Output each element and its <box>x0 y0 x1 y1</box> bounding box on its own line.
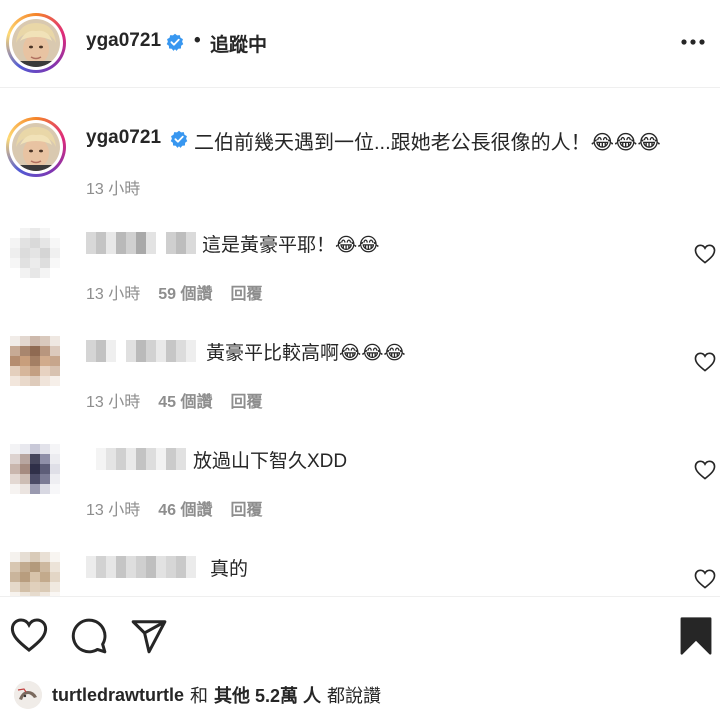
verified-badge-icon <box>166 33 184 51</box>
comment-avatar[interactable] <box>10 444 60 494</box>
likes-suffix: 都說讚 <box>327 686 382 706</box>
comment-text: 真的 <box>210 559 249 580</box>
following-button[interactable]: 追蹤中 <box>210 30 267 57</box>
comment-likes[interactable]: 59 個讚 <box>158 280 212 304</box>
comment-likes[interactable]: 46 個讚 <box>158 496 212 520</box>
likes-others[interactable]: 其他 5.2萬 人 <box>214 682 321 708</box>
likes-and: 和 <box>190 686 209 706</box>
comment-username-blurred[interactable] <box>86 340 196 362</box>
avatar-photo <box>12 123 60 171</box>
header-separator: • <box>194 30 201 51</box>
comment-icon[interactable] <box>70 617 108 655</box>
reply-button[interactable]: 回覆 <box>231 388 263 412</box>
heart-icon[interactable] <box>10 617 48 653</box>
comment-heart-icon[interactable] <box>694 352 716 372</box>
share-icon[interactable] <box>130 617 168 655</box>
comment-text: 黃豪平比較高啊😂😂😂 <box>206 343 406 364</box>
caption-username[interactable]: yga0721 <box>86 127 161 149</box>
comment-meta: 13 小時 45 個讚 回覆 <box>86 388 263 412</box>
caption-avatar[interactable] <box>6 117 66 177</box>
comment-heart-icon[interactable] <box>694 244 716 264</box>
comment-meta: 13 小時 59 個讚 回覆 <box>86 280 263 304</box>
comment-timestamp[interactable]: 13 小時 <box>86 280 140 304</box>
post-action-bar: turtledrawturtle 和 其他 5.2萬 人 都說讚 <box>0 596 720 723</box>
header-username[interactable]: yga0721 <box>86 30 161 52</box>
reply-button[interactable]: 回覆 <box>231 280 263 304</box>
comment-username-blurred[interactable] <box>86 556 206 578</box>
comment-avatar[interactable] <box>10 336 60 386</box>
likes-summary: turtledrawturtle 和 其他 5.2萬 人 都說讚 <box>14 681 381 709</box>
comment-username-blurred[interactable] <box>86 232 196 254</box>
caption-text: 二伯前幾天遇到一位...跟她老公長很像的人！😂😂😂 <box>194 132 661 154</box>
more-options-icon[interactable] <box>680 38 706 46</box>
header-avatar[interactable] <box>6 13 66 73</box>
liker-avatar[interactable] <box>14 681 42 709</box>
comment-heart-icon[interactable] <box>694 569 716 589</box>
comment-item: 黃豪平比較高啊😂😂😂 13 小時 45 個讚 回覆 <box>0 336 720 444</box>
verified-badge-icon <box>170 130 188 148</box>
reply-button[interactable]: 回覆 <box>231 496 263 520</box>
comment-timestamp[interactable]: 13 小時 <box>86 388 140 412</box>
comment-text: 放過山下智久XDD <box>193 451 348 472</box>
avatar-photo <box>12 19 60 67</box>
comment-text: 這是黃豪平耶！😂😂 <box>202 235 380 256</box>
comment-avatar[interactable] <box>10 552 60 596</box>
comment-heart-icon[interactable] <box>694 460 716 480</box>
comment-timestamp[interactable]: 13 小時 <box>86 496 140 520</box>
comment-avatar[interactable] <box>10 228 60 278</box>
caption-timestamp[interactable]: 13 小時 <box>86 175 140 199</box>
post-header: yga0721 • 追蹤中 <box>0 0 720 88</box>
comment-item: 真的 <box>0 552 720 596</box>
bookmark-icon[interactable] <box>680 617 712 655</box>
comment-item: 這是黃豪平耶！😂😂 13 小時 59 個讚 回覆 <box>0 228 720 336</box>
liker-username[interactable]: turtledrawturtle <box>52 685 184 706</box>
comment-meta: 13 小時 46 個讚 回覆 <box>86 496 263 520</box>
comment-username-blurred[interactable] <box>86 448 186 470</box>
comment-likes[interactable]: 45 個讚 <box>158 388 212 412</box>
comment-item: 放過山下智久XDD 13 小時 46 個讚 回覆 <box>0 444 720 552</box>
